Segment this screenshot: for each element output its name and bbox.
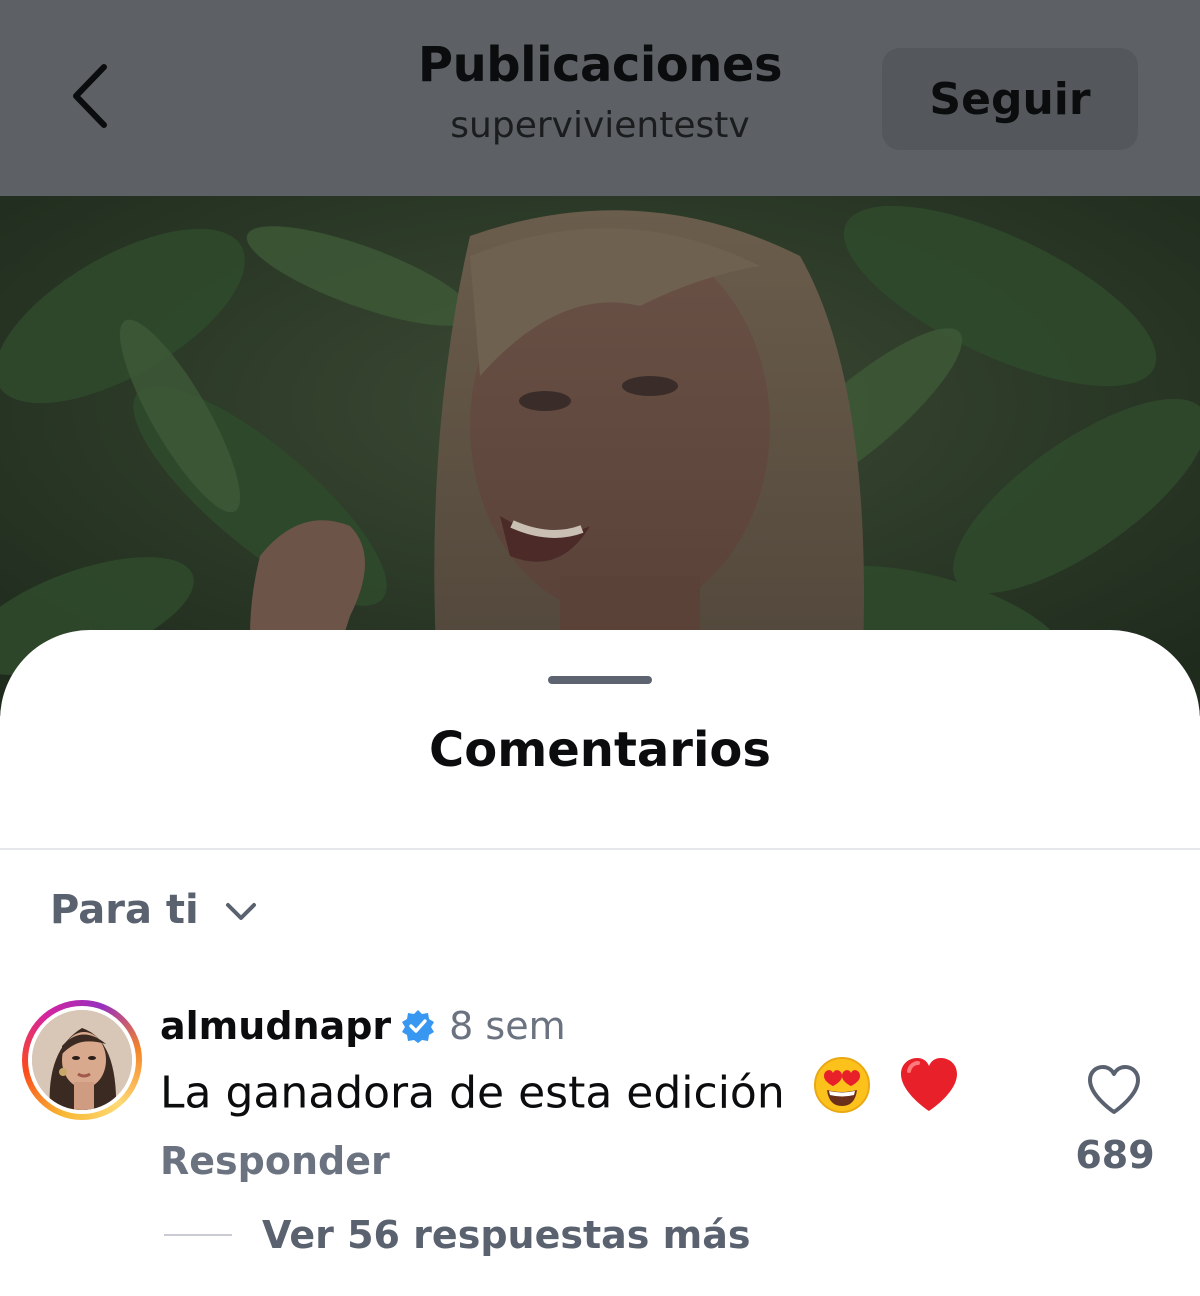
red-heart-emoji: [899, 1057, 959, 1128]
comments-sheet: Comentarios Para ti almudnapr 8 sem La g…: [0, 630, 1200, 1296]
view-replies-button[interactable]: Ver 56 respuestas más: [262, 1210, 750, 1260]
avatar-border: [28, 1006, 136, 1114]
comment-username[interactable]: almudnapr: [160, 1004, 391, 1048]
follow-button[interactable]: Seguir: [882, 48, 1138, 150]
comment-text: La ganadora de esta edición: [160, 1067, 785, 1119]
account-name[interactable]: supervivientestv: [300, 100, 900, 152]
sheet-title: Comentarios: [429, 722, 771, 778]
comment-header: almudnapr 8 sem: [160, 1002, 566, 1050]
divider: [0, 848, 1200, 850]
header-titles: Publicaciones supervivientestv: [300, 30, 900, 152]
avatar[interactable]: [22, 1000, 142, 1120]
page-title: Publicaciones: [417, 37, 783, 93]
verified-badge-icon: [401, 1009, 435, 1047]
back-button[interactable]: [62, 62, 118, 134]
top-bar: Publicaciones supervivientestv Seguir: [0, 0, 1200, 196]
comment-text-row: La ganadora de esta edición: [160, 1057, 959, 1129]
like-button[interactable]: [1084, 1062, 1144, 1118]
sort-dropdown[interactable]: Para ti: [50, 880, 257, 940]
chevron-down-icon: [225, 902, 257, 926]
comment-time: 8 sem: [449, 1004, 566, 1048]
avatar-photo: [32, 1010, 132, 1110]
screen: Publicaciones supervivientestv Seguir Co…: [0, 0, 1200, 1296]
chevron-left-icon: [70, 63, 110, 133]
like-count: 689: [1075, 1133, 1155, 1177]
heart-eyes-emoji: [813, 1056, 871, 1129]
sort-label: Para ti: [50, 887, 199, 933]
heart-outline-icon: [1084, 1065, 1144, 1122]
sheet-grabber[interactable]: [548, 676, 652, 684]
reply-button[interactable]: Responder: [160, 1136, 390, 1186]
replies-divider-line: [164, 1234, 232, 1236]
